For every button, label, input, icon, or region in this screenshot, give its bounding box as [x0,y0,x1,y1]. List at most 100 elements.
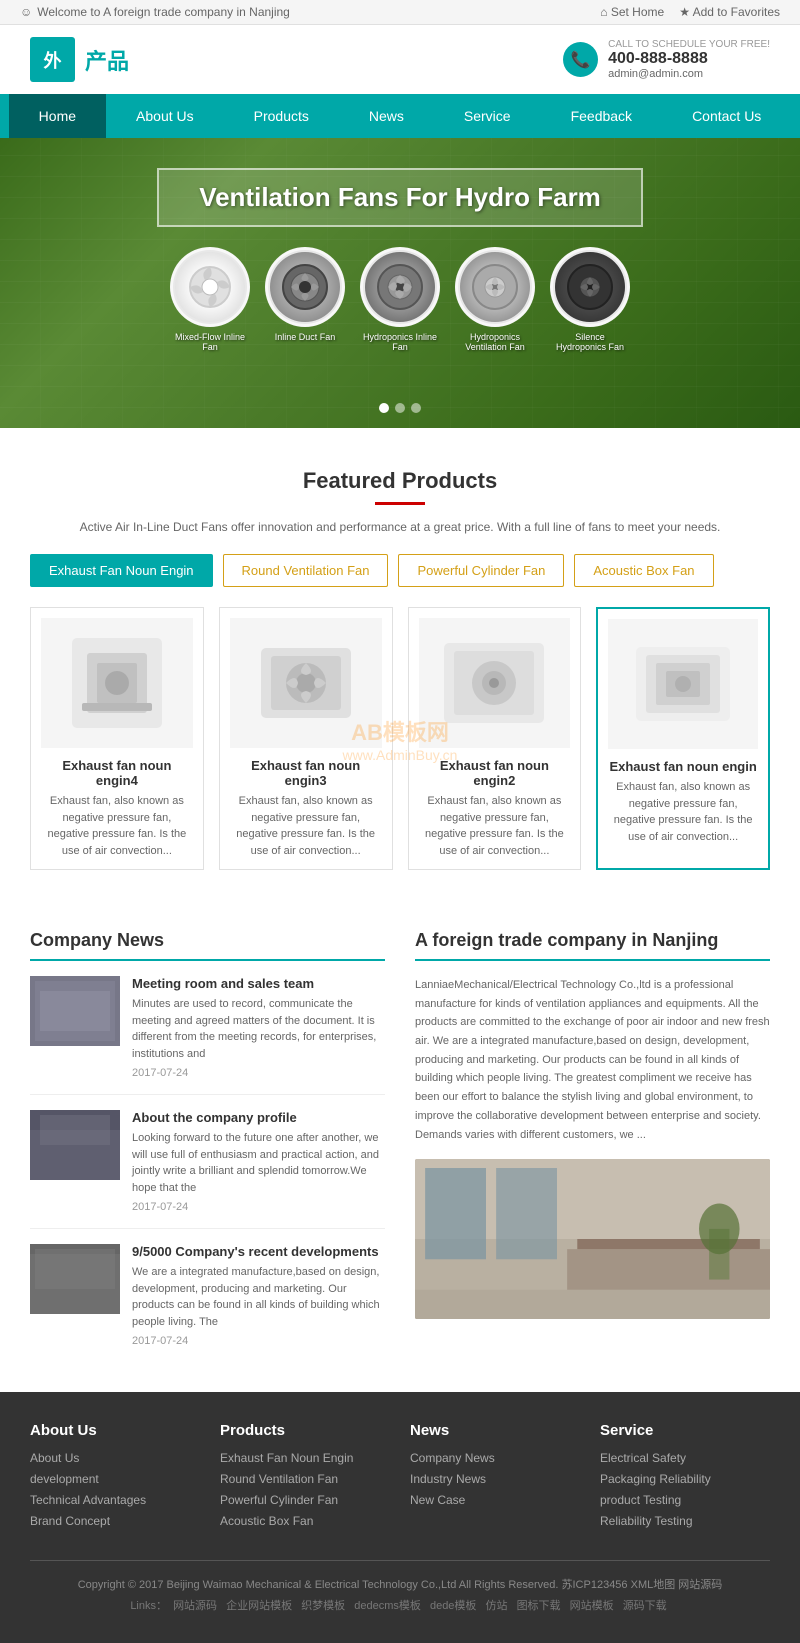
hero-product-5[interactable]: Silence Hydroponics Fan [550,247,630,352]
footer-link-new-case[interactable]: New Case [410,1493,580,1507]
footer-link-enterprise[interactable]: 企业网站模板 [226,1600,292,1612]
email: admin@admin.com [608,68,770,80]
hero-product-img-2 [265,247,345,327]
hero-products: Mixed-Flow Inline Fan Inline Duct Fan [170,247,630,352]
hero-product-3[interactable]: Hydroponics Inline Fan [360,247,440,352]
footer-link-electrical-safety[interactable]: Electrical Safety [600,1451,770,1465]
footer-link-company-news[interactable]: Company News [410,1451,580,1465]
product-card-1[interactable]: Exhaust fan noun engin4 Exhaust fan, als… [30,607,204,870]
call-label: CALL TO SCHEDULE YOUR FREE! [608,39,770,50]
hero-dot-1[interactable] [379,403,389,413]
news-item-desc-3: We are a integrated manufacture,based on… [132,1264,385,1330]
phone-icon: 📞 [563,42,598,77]
nav-item-about[interactable]: About Us [106,94,224,138]
product-card-2[interactable]: Exhaust fan noun engin3 Exhaust fan, als… [219,607,393,870]
logo-char: 外 [44,47,62,73]
product-card-img-2 [230,618,382,748]
star-icon: ★ [679,5,692,19]
footer: About Us About Us development Technical … [0,1392,800,1643]
top-bar: ☺ Welcome to A foreign trade company in … [0,0,800,25]
footer-col-title-products: Products [220,1422,390,1439]
hero-product-2[interactable]: Inline Duct Fan [265,247,345,352]
hero-product-4[interactable]: Hydroponics Ventilation Fan [455,247,535,352]
footer-link-icons[interactable]: 图标下载 [517,1600,561,1612]
news-item-title-2: About the company profile [132,1110,385,1125]
about-section: A foreign trade company in Nanjing Lanni… [415,930,770,1362]
footer-link-source-download[interactable]: 源码下载 [623,1600,667,1612]
footer-link-dedecms[interactable]: dedecms模板 [354,1600,421,1612]
footer-link-development[interactable]: development [30,1472,200,1486]
nav-item-news[interactable]: News [339,94,434,138]
news-item-desc-1: Minutes are used to record, communicate … [132,996,385,1062]
tab-exhaust-fan[interactable]: Exhaust Fan Noun Engin [30,554,213,587]
phone-number: 400-888-8888 [608,50,770,68]
logo[interactable]: 外 产品 [30,37,129,82]
product-name-4: Exhaust fan noun engin [608,759,758,774]
product-name-2: Exhaust fan noun engin3 [230,758,382,788]
hero-heading: Ventilation Fans For Hydro Farm [199,182,601,213]
footer-link-brand-concept[interactable]: Brand Concept [30,1514,200,1528]
about-image [415,1159,770,1319]
tab-acoustic-box[interactable]: Acoustic Box Fan [574,554,713,587]
nav-item-service[interactable]: Service [434,94,541,138]
hero-product-label-2: Inline Duct Fan [275,332,336,342]
nav-item-home[interactable]: Home [9,94,106,138]
product-card-img-4 [608,619,758,749]
hero-dot-2[interactable] [395,403,405,413]
footer-link-reliability[interactable]: Reliability Testing [600,1514,770,1528]
top-bar-welcome: ☺ Welcome to A foreign trade company in … [20,5,290,19]
footer-col-news: News Company News Industry News New Case [410,1422,580,1535]
footer-link-exhaust-fan[interactable]: Exhaust Fan Noun Engin [220,1451,390,1465]
fan-icon-4 [460,252,530,322]
footer-link-packaging[interactable]: Packaging Reliability [600,1472,770,1486]
fan-icon-2 [270,252,340,322]
footer-link-dede[interactable]: dede模板 [430,1600,476,1612]
footer-link-fanzhan[interactable]: 仿站 [486,1600,508,1612]
news-item-2[interactable]: About the company profile Looking forwar… [30,1110,385,1229]
product-card-4[interactable]: Exhaust fan noun engin Exhaust fan, also… [596,607,770,870]
footer-link-acoustic-box[interactable]: Acoustic Box Fan [220,1514,390,1528]
about-section-title: A foreign trade company in Nanjing [415,930,770,961]
footer-col-about: About Us About Us development Technical … [30,1422,200,1535]
footer-bottom: Copyright © 2017 Beijing Waimao Mechanic… [30,1560,770,1613]
hero-product-1[interactable]: Mixed-Flow Inline Fan [170,247,250,352]
product-card-img-3 [419,618,571,748]
set-home-link[interactable]: ⌂ Set Home [600,5,664,19]
news-item-1[interactable]: Meeting room and sales team Minutes are … [30,976,385,1095]
footer-link-round-ventilation[interactable]: Round Ventilation Fan [220,1472,390,1486]
product-name-1: Exhaust fan noun engin4 [41,758,193,788]
footer-link-templates[interactable]: 网站模板 [570,1600,614,1612]
product-tabs: Exhaust Fan Noun Engin Round Ventilation… [30,554,770,587]
footer-link-zhimeng[interactable]: 织梦模板 [301,1600,345,1612]
top-bar-actions: ⌂ Set Home ★ Add to Favorites [600,5,780,19]
footer-link-about-us[interactable]: About Us [30,1451,200,1465]
add-favorites-link[interactable]: ★ Add to Favorites [679,5,780,19]
footer-link-product-testing[interactable]: product Testing [600,1493,770,1507]
product-desc-4: Exhaust fan, also known as negative pres… [608,779,758,845]
nav-item-products[interactable]: Products [224,94,339,138]
product-name-3: Exhaust fan noun engin2 [419,758,571,788]
product-card-3[interactable]: Exhaust fan noun engin2 Exhaust fan, als… [408,607,582,870]
footer-copyright: Copyright © 2017 Beijing Waimao Mechanic… [30,1576,770,1592]
footer-link-tech-advantages[interactable]: Technical Advantages [30,1493,200,1507]
nav-item-feedback[interactable]: Feedback [541,94,662,138]
hero-title-box: Ventilation Fans For Hydro Farm [157,168,643,227]
news-date-1: 2017-07-24 [132,1067,385,1079]
hero-dot-3[interactable] [411,403,421,413]
footer-col-title-service: Service [600,1422,770,1439]
hero-product-img-3 [360,247,440,327]
featured-products-section: Featured Products Active Air In-Line Duc… [0,428,800,900]
tab-powerful-cylinder[interactable]: Powerful Cylinder Fan [398,554,564,587]
hero-banner: Ventilation Fans For Hydro Farm Mixed-Fl… [0,138,800,428]
tab-round-ventilation[interactable]: Round Ventilation Fan [223,554,389,587]
smile-icon: ☺ [20,5,32,19]
footer-link-source[interactable]: 网站源码 [173,1600,217,1612]
news-item-3[interactable]: 9/5000 Company's recent developments We … [30,1244,385,1362]
news-img-3 [30,1244,120,1314]
product-card-img-1 [41,618,193,748]
news-section-title: Company News [30,930,385,961]
fan-icon-5 [555,252,625,322]
footer-link-powerful-cylinder[interactable]: Powerful Cylinder Fan [220,1493,390,1507]
nav-item-contact[interactable]: Contact Us [662,94,791,138]
footer-link-industry-news[interactable]: Industry News [410,1472,580,1486]
